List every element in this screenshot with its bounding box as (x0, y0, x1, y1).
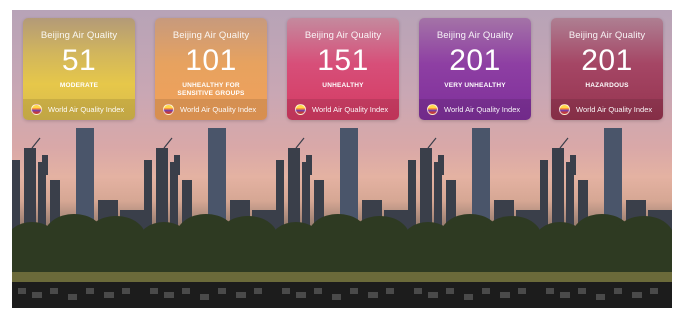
aqi-status: HAZARDOUS (557, 82, 657, 90)
aqi-panel-moderate: Beijing Air Quality 51 MODERATE World Ai… (12, 10, 144, 308)
footer-link[interactable]: World Air Quality Index (180, 105, 256, 114)
footer-link[interactable]: World Air Quality Index (312, 105, 388, 114)
status-line: UNHEALTHY (322, 82, 364, 89)
flag-icon (163, 104, 174, 115)
aqi-card: Beijing Air Quality 101 UNHEALTHY FOR SE… (155, 18, 267, 120)
aqi-card: Beijing Air Quality 51 MODERATE World Ai… (23, 18, 135, 120)
card-title: Beijing Air Quality (436, 30, 514, 41)
aqi-status: UNHEALTHY FOR SENSITIVE GROUPS (161, 82, 261, 97)
aqi-status: MODERATE (29, 82, 129, 90)
card-footer[interactable]: World Air Quality Index (287, 99, 399, 120)
status-line: HAZARDOUS (585, 82, 629, 89)
status-line: SENSITIVE GROUPS (177, 89, 245, 97)
card-footer[interactable]: World Air Quality Index (419, 99, 531, 120)
card-footer[interactable]: World Air Quality Index (23, 99, 135, 120)
status-line: VERY UNHEALTHY (444, 82, 506, 89)
aqi-card: Beijing Air Quality 151 UNHEALTHY World … (287, 18, 399, 120)
footer-link[interactable]: World Air Quality Index (444, 105, 520, 114)
card-title: Beijing Air Quality (40, 30, 118, 41)
card-footer[interactable]: World Air Quality Index (551, 99, 663, 120)
aqi-value: 151 (317, 44, 369, 77)
flag-icon (295, 104, 306, 115)
card-title: Beijing Air Quality (568, 30, 646, 41)
aqi-panel-hazardous: Beijing Air Quality 201 HAZARDOUS World … (540, 10, 672, 308)
aqi-widget-strip: Beijing Air Quality 51 MODERATE World Ai… (12, 10, 672, 308)
status-line: MODERATE (59, 82, 99, 89)
aqi-value: 201 (581, 44, 633, 77)
aqi-value: 101 (185, 44, 237, 77)
footer-link[interactable]: World Air Quality Index (576, 105, 652, 114)
aqi-panel-unhealthy-sensitive: Beijing Air Quality 101 UNHEALTHY FOR SE… (144, 10, 276, 308)
status-line: UNHEALTHY FOR (182, 82, 240, 89)
aqi-status: UNHEALTHY (293, 82, 393, 90)
card-footer[interactable]: World Air Quality Index (155, 99, 267, 120)
aqi-value: 51 (61, 44, 97, 77)
aqi-card: Beijing Air Quality 201 VERY UNHEALTHY W… (419, 18, 531, 120)
card-title: Beijing Air Quality (304, 30, 382, 41)
aqi-status: VERY UNHEALTHY (425, 82, 525, 90)
aqi-card: Beijing Air Quality 201 HAZARDOUS World … (551, 18, 663, 120)
flag-icon (427, 104, 438, 115)
flag-icon (31, 104, 42, 115)
aqi-panel-very-unhealthy: Beijing Air Quality 201 VERY UNHEALTHY W… (408, 10, 540, 308)
aqi-panel-unhealthy: Beijing Air Quality 151 UNHEALTHY World … (276, 10, 408, 308)
flag-icon (559, 104, 570, 115)
card-title: Beijing Air Quality (172, 30, 250, 41)
footer-link[interactable]: World Air Quality Index (48, 105, 124, 114)
aqi-value: 201 (449, 44, 501, 77)
